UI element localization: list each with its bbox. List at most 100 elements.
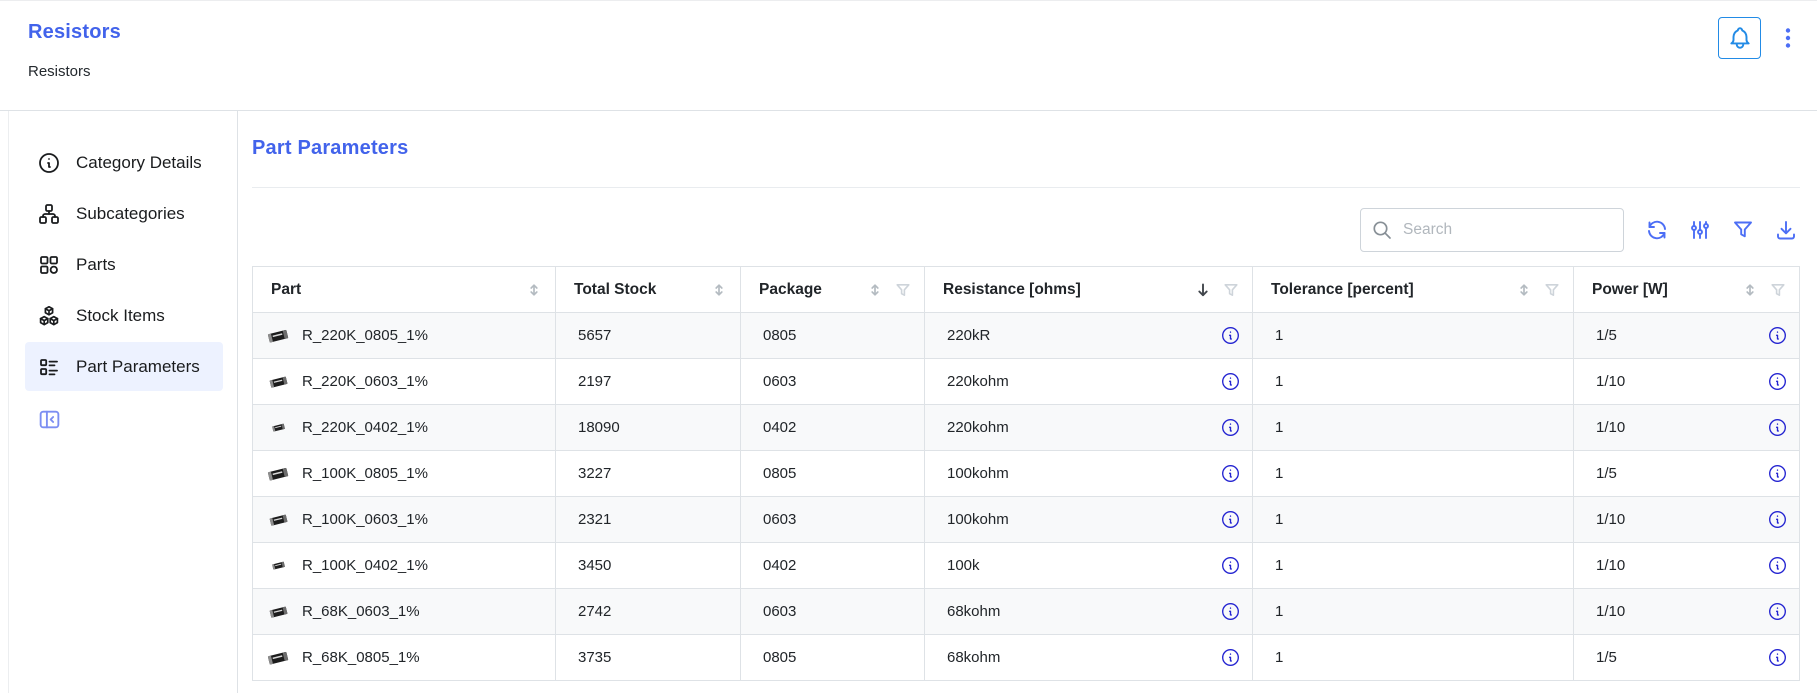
column-filter-icon[interactable] bbox=[1222, 281, 1240, 299]
filter-icon bbox=[1731, 218, 1755, 242]
breadcrumb[interactable]: Resistors bbox=[28, 63, 91, 80]
power-info-button[interactable] bbox=[1768, 372, 1787, 391]
part-name: R_100K_0603_1% bbox=[302, 511, 428, 528]
column-header-resistance[interactable]: Resistance [ohms] bbox=[925, 267, 1253, 313]
resistance-value: 68kohm bbox=[947, 603, 1000, 620]
power-info-button[interactable] bbox=[1768, 648, 1787, 667]
header-actions bbox=[1718, 17, 1799, 59]
bell-icon bbox=[1727, 25, 1753, 51]
sidebar: Category Details Subcategories Parts Sto… bbox=[9, 111, 238, 693]
resistance-info-button[interactable] bbox=[1221, 602, 1240, 621]
part-parameters-table: Part Total Stock Package bbox=[252, 266, 1800, 681]
column-header-power[interactable]: Power [W] bbox=[1574, 267, 1800, 313]
info-icon bbox=[1768, 326, 1787, 345]
total-stock-value: 2742 bbox=[578, 603, 611, 620]
sidebar-item-parts[interactable]: Parts bbox=[25, 240, 223, 289]
table-row[interactable]: R_100K_0603_1% 2321 0603 100kohm 1 1/10 bbox=[253, 497, 1800, 543]
resistance-info-button[interactable] bbox=[1221, 418, 1240, 437]
column-filter-icon[interactable] bbox=[1769, 281, 1787, 299]
tolerance-value: 1 bbox=[1275, 603, 1283, 620]
sidebar-item-subcategories[interactable]: Subcategories bbox=[25, 189, 223, 238]
info-icon bbox=[1221, 372, 1240, 391]
part-name: R_220K_0402_1% bbox=[302, 419, 428, 436]
part-name: R_220K_0603_1% bbox=[302, 373, 428, 390]
info-icon bbox=[1221, 418, 1240, 437]
total-stock-value: 2321 bbox=[578, 511, 611, 528]
tolerance-value: 1 bbox=[1275, 649, 1283, 666]
part-thumbnail bbox=[271, 559, 286, 572]
sort-icon bbox=[525, 281, 543, 299]
download-button[interactable] bbox=[1772, 216, 1800, 244]
column-filter-icon[interactable] bbox=[1543, 281, 1561, 299]
main-panel: Part Parameters bbox=[238, 111, 1817, 693]
resistance-info-button[interactable] bbox=[1221, 372, 1240, 391]
overflow-menu-button[interactable] bbox=[1777, 18, 1799, 58]
tolerance-value: 1 bbox=[1275, 419, 1283, 436]
column-filter-icon[interactable] bbox=[894, 281, 912, 299]
power-info-button[interactable] bbox=[1768, 418, 1787, 437]
table-row[interactable]: R_220K_0805_1% 5657 0805 220kR 1 1/5 bbox=[253, 313, 1800, 359]
resistance-value: 100k bbox=[947, 557, 980, 574]
info-icon bbox=[1768, 418, 1787, 437]
adjustments-icon bbox=[1688, 218, 1712, 242]
search-input[interactable] bbox=[1360, 208, 1624, 252]
resistance-info-button[interactable] bbox=[1221, 556, 1240, 575]
info-circle-icon bbox=[37, 151, 61, 175]
filter-button[interactable] bbox=[1729, 216, 1757, 244]
column-header-package[interactable]: Package bbox=[741, 267, 925, 313]
info-icon bbox=[1221, 556, 1240, 575]
panel-title: Part Parameters bbox=[252, 137, 1800, 160]
sort-icon bbox=[1515, 281, 1533, 299]
table-row[interactable]: R_68K_0805_1% 3735 0805 68kohm 1 1/5 bbox=[253, 635, 1800, 681]
power-info-button[interactable] bbox=[1768, 510, 1787, 529]
info-icon bbox=[1221, 510, 1240, 529]
power-value: 1/10 bbox=[1596, 557, 1625, 574]
resistance-value: 68kohm bbox=[947, 649, 1000, 666]
notifications-button[interactable] bbox=[1718, 17, 1761, 59]
package-value: 0603 bbox=[763, 511, 796, 528]
table-row[interactable]: R_68K_0603_1% 2742 0603 68kohm 1 1/10 bbox=[253, 589, 1800, 635]
tolerance-value: 1 bbox=[1275, 373, 1283, 390]
power-value: 1/5 bbox=[1596, 327, 1617, 344]
table-row[interactable]: R_100K_0805_1% 3227 0805 100kohm 1 1/5 bbox=[253, 451, 1800, 497]
column-header-total-stock[interactable]: Total Stock bbox=[556, 267, 741, 313]
part-name: R_68K_0805_1% bbox=[302, 649, 420, 666]
resistance-info-button[interactable] bbox=[1221, 326, 1240, 345]
total-stock-value: 3227 bbox=[578, 465, 611, 482]
sidebar-collapse-button[interactable] bbox=[37, 407, 62, 435]
power-info-button[interactable] bbox=[1768, 602, 1787, 621]
part-name: R_220K_0805_1% bbox=[302, 327, 428, 344]
tolerance-value: 1 bbox=[1275, 465, 1283, 482]
part-thumbnail bbox=[271, 421, 286, 434]
resistance-info-button[interactable] bbox=[1221, 510, 1240, 529]
part-thumbnail bbox=[266, 648, 290, 668]
resistance-info-button[interactable] bbox=[1221, 464, 1240, 483]
sidebar-item-label: Stock Items bbox=[76, 306, 165, 326]
sidebar-item-category-details[interactable]: Category Details bbox=[25, 138, 223, 187]
sidebar-item-part-parameters[interactable]: Part Parameters bbox=[25, 342, 223, 391]
resistance-info-button[interactable] bbox=[1221, 648, 1240, 667]
sidebar-collapse-icon bbox=[37, 407, 62, 432]
search-icon bbox=[1371, 219, 1393, 241]
table-row[interactable]: R_220K_0402_1% 18090 0402 220kohm 1 1/10 bbox=[253, 405, 1800, 451]
package-value: 0805 bbox=[763, 649, 796, 666]
table-body: R_220K_0805_1% 5657 0805 220kR 1 1/5 bbox=[253, 313, 1800, 681]
table-options-button[interactable] bbox=[1686, 216, 1714, 244]
table-row[interactable]: R_100K_0402_1% 3450 0402 100k 1 1/10 bbox=[253, 543, 1800, 589]
sitemap-icon bbox=[37, 202, 61, 226]
info-icon bbox=[1768, 372, 1787, 391]
package-value: 0805 bbox=[763, 327, 796, 344]
column-header-tolerance[interactable]: Tolerance [percent] bbox=[1253, 267, 1574, 313]
power-info-button[interactable] bbox=[1768, 326, 1787, 345]
sidebar-item-label: Part Parameters bbox=[76, 357, 200, 377]
power-info-button[interactable] bbox=[1768, 556, 1787, 575]
sidebar-item-stock-items[interactable]: Stock Items bbox=[25, 291, 223, 340]
table-row[interactable]: R_220K_0603_1% 2197 0603 220kohm 1 1/10 bbox=[253, 359, 1800, 405]
refresh-button[interactable] bbox=[1643, 216, 1671, 244]
column-header-part[interactable]: Part bbox=[253, 267, 556, 313]
package-value: 0603 bbox=[763, 373, 796, 390]
total-stock-value: 2197 bbox=[578, 373, 611, 390]
power-info-button[interactable] bbox=[1768, 464, 1787, 483]
package-value: 0805 bbox=[763, 465, 796, 482]
info-icon bbox=[1221, 326, 1240, 345]
